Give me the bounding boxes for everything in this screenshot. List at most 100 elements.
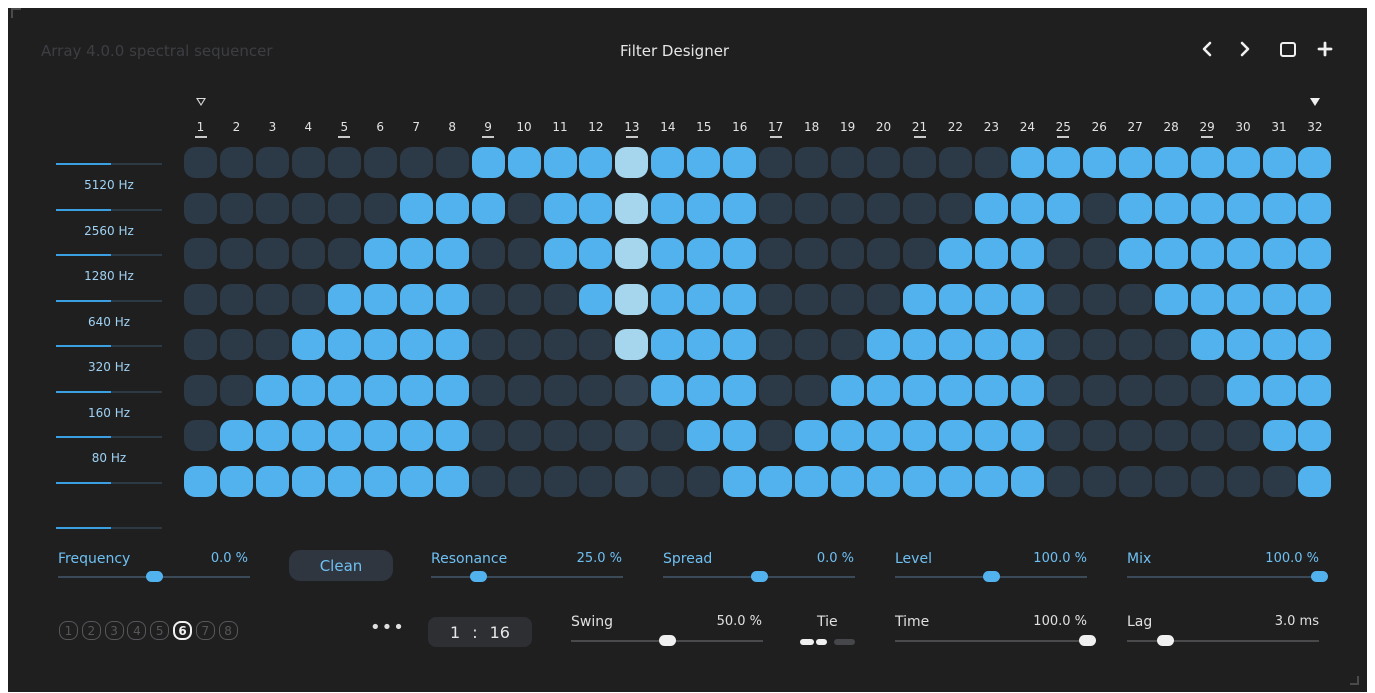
grid-cell[interactable] [651, 465, 685, 497]
grid-cell[interactable] [1226, 374, 1260, 406]
grid-cell[interactable] [723, 283, 757, 315]
grid-cell[interactable] [687, 374, 721, 406]
grid-cell[interactable] [651, 238, 685, 269]
grid-cell[interactable] [759, 283, 793, 315]
grid-cell[interactable] [903, 329, 936, 360]
grid-cell[interactable] [1190, 465, 1224, 497]
grid-cell[interactable] [867, 147, 901, 178]
grid-cell[interactable] [399, 192, 433, 224]
grid-cell[interactable] [1190, 238, 1224, 269]
grid-cell[interactable] [327, 329, 361, 360]
grid-cell[interactable] [399, 420, 433, 451]
grid-cell[interactable] [1298, 329, 1332, 360]
grid-cell[interactable] [938, 420, 972, 451]
grid-cell[interactable] [1262, 374, 1296, 406]
grid-cell[interactable] [867, 238, 901, 269]
grid-cell[interactable] [255, 374, 289, 406]
tie-segment-3[interactable] [834, 639, 855, 645]
next-button[interactable] [1234, 36, 1256, 62]
grid-cell[interactable] [1118, 192, 1152, 224]
step-number[interactable]: 7 [401, 120, 431, 134]
grid-cell[interactable] [507, 283, 541, 315]
grid-cell[interactable] [1298, 238, 1332, 269]
pattern-button[interactable]: 4 [127, 621, 147, 640]
step-number[interactable]: 26 [1084, 120, 1114, 134]
time-slider[interactable] [1078, 635, 1096, 646]
step-number[interactable]: 32 [1300, 120, 1330, 134]
grid-cell[interactable] [579, 465, 613, 497]
grid-cell[interactable] [1082, 374, 1116, 406]
grid-cell[interactable] [471, 374, 505, 406]
grid-cell[interactable] [327, 283, 361, 315]
grid-cell[interactable] [1226, 238, 1260, 269]
grid-cell[interactable] [1010, 420, 1044, 451]
grid-cell[interactable] [1190, 329, 1224, 360]
grid-cell[interactable] [938, 329, 972, 360]
grid-cell[interactable] [687, 238, 721, 269]
pattern-button[interactable]: 6 [173, 621, 192, 640]
grid-cell[interactable] [327, 374, 361, 406]
grid-cell[interactable] [1262, 465, 1296, 497]
grid-cell[interactable] [1046, 374, 1080, 406]
grid-cell[interactable] [615, 329, 649, 360]
grid-cell[interactable] [1010, 147, 1044, 178]
grid-cell[interactable] [543, 420, 577, 451]
grid-cell[interactable] [831, 329, 865, 360]
grid-cell[interactable] [435, 147, 469, 178]
grid-cell[interactable] [687, 329, 721, 360]
grid-cell[interactable] [327, 192, 361, 224]
grid-cell[interactable] [903, 374, 936, 406]
grid-cell[interactable] [651, 420, 685, 451]
grid-cell[interactable] [291, 374, 325, 406]
step-number[interactable]: 16 [725, 120, 755, 134]
step-number[interactable]: 20 [869, 120, 899, 134]
grid-cell[interactable] [1118, 465, 1152, 497]
grid-cell[interactable] [1298, 465, 1332, 497]
step-number[interactable]: 6 [365, 120, 395, 134]
grid-cell[interactable] [219, 283, 253, 315]
grid-cell[interactable] [1154, 420, 1188, 451]
grid-cell[interactable] [831, 420, 865, 451]
step-number[interactable]: 3 [257, 120, 287, 134]
step-number[interactable]: 4 [293, 120, 323, 134]
step-number[interactable]: 31 [1264, 120, 1294, 134]
grid-cell[interactable] [615, 283, 649, 315]
grid-cell[interactable] [1046, 329, 1080, 360]
grid-cell[interactable] [1154, 147, 1188, 178]
level-slider[interactable] [982, 571, 1000, 582]
grid-cell[interactable] [1118, 147, 1152, 178]
grid-cell[interactable] [1154, 238, 1188, 269]
grid-cell[interactable] [363, 374, 397, 406]
step-number[interactable]: 12 [581, 120, 611, 134]
grid-cell[interactable] [1082, 238, 1116, 269]
step-number[interactable]: 27 [1120, 120, 1150, 134]
grid-cell[interactable] [1082, 329, 1116, 360]
grid-cell[interactable] [651, 283, 685, 315]
grid-cell[interactable] [1190, 283, 1224, 315]
grid-cell[interactable] [435, 420, 469, 451]
grid-cell[interactable] [938, 465, 972, 497]
grid-cell[interactable] [543, 465, 577, 497]
grid-cell[interactable] [327, 238, 361, 269]
grid-cell[interactable] [435, 238, 469, 269]
grid-cell[interactable] [219, 420, 253, 451]
grid-cell[interactable] [255, 238, 289, 269]
grid-cell[interactable] [974, 147, 1008, 178]
grid-cell[interactable] [1262, 238, 1296, 269]
grid-cell[interactable] [471, 329, 505, 360]
grid-cell[interactable] [255, 283, 289, 315]
step-number[interactable]: 10 [509, 120, 539, 134]
grid-cell[interactable] [1082, 192, 1116, 224]
grid-cell[interactable] [1298, 192, 1332, 224]
spread-slider[interactable] [750, 571, 768, 582]
grid-cell[interactable] [903, 420, 936, 451]
step-number[interactable]: 19 [833, 120, 863, 134]
grid-cell[interactable] [831, 192, 865, 224]
pattern-button[interactable]: 2 [81, 621, 101, 640]
tie-segment-1[interactable] [800, 639, 814, 645]
grid-cell[interactable] [435, 374, 469, 406]
grid-cell[interactable] [1298, 283, 1332, 315]
grid-cell[interactable] [1118, 329, 1152, 360]
step-number[interactable]: 23 [976, 120, 1006, 134]
grid-cell[interactable] [795, 374, 829, 406]
